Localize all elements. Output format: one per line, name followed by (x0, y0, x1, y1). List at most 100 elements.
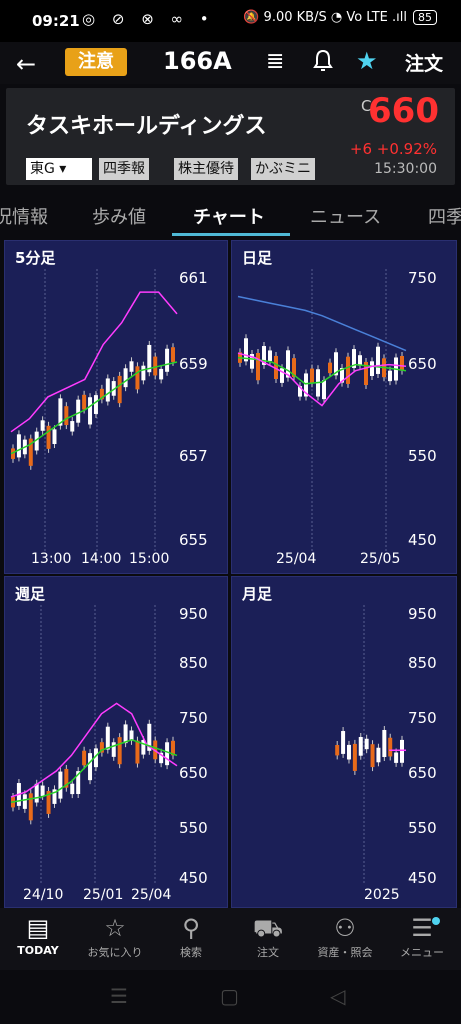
y-tick-label: 659 (179, 355, 208, 373)
nav-search[interactable]: ⚲ 検索 (153, 914, 229, 960)
nav-assets[interactable]: ⚇ 資産・照会 (307, 914, 383, 960)
candle-body (93, 395, 98, 414)
nav-label: 資産・照会 (317, 946, 373, 959)
candle-body (382, 729, 387, 758)
candle-body (268, 350, 272, 361)
today-icon: ▤ (26, 914, 50, 942)
candle-body (82, 750, 87, 766)
nav-label: お気に入り (87, 946, 143, 959)
home-icon[interactable]: ▢ (220, 984, 239, 1008)
candle-body (40, 785, 45, 796)
y-tick-label: 750 (179, 709, 208, 727)
tab-chart[interactable]: チャート (193, 203, 265, 229)
candle-body (346, 356, 350, 384)
tab-ticks[interactable]: 歩み値 (92, 203, 146, 229)
search-icon: ⚲ (182, 914, 200, 942)
y-tick-label: 655 (179, 531, 208, 549)
tab-shikiho[interactable]: 四季 (428, 203, 461, 229)
order-button[interactable]: 注文 (405, 49, 443, 76)
candle-body (370, 361, 374, 376)
chart-5min-title: 5分足 (15, 249, 56, 267)
notification-dot (432, 917, 440, 925)
tab-news[interactable]: ニュース (310, 203, 381, 229)
y-tick-label: 850 (408, 654, 437, 672)
network-icons: 🔕 9.00 KB/S ◔ Vo LTE .ıll (243, 10, 407, 25)
candle-body (135, 366, 140, 390)
shikiho-tag[interactable]: 四季報 (99, 158, 149, 180)
x-tick-label: 24/10 (23, 887, 64, 903)
kabumini-tag[interactable]: かぶミニ (251, 158, 315, 180)
nav-label: メニュー (400, 946, 444, 959)
tab-market-info[interactable]: 況情報 (0, 203, 48, 229)
chart-weekly-panel[interactable]: 週足 950 850 750 650 550 450 24/10 25/01 2… (4, 576, 228, 908)
company-name: タスキホールディングス (26, 114, 267, 139)
candle-body (346, 744, 351, 760)
candle-body (358, 736, 363, 756)
chart-5min-panel[interactable]: 5分足 661 659 657 655 13:00 14:00 15:00 (4, 240, 228, 574)
y-tick-label: 650 (408, 355, 437, 373)
menu-icon: ☰ (411, 914, 433, 942)
candle-body (394, 752, 399, 763)
stock-code: 166A (163, 47, 232, 75)
candle-body (28, 793, 33, 821)
y-tick-label: 950 (179, 605, 208, 623)
market-select[interactable]: 東G ▾ (26, 158, 92, 180)
x-tick-label: 14:00 (81, 551, 122, 567)
recent-apps-icon[interactable]: ☰ (110, 984, 128, 1008)
candle-body (165, 348, 170, 372)
x-tick-label: 15:00 (129, 551, 170, 567)
candle-body (400, 355, 404, 371)
nav-favorites[interactable]: ☆ お気に入り (77, 914, 153, 960)
back-icon[interactable]: ◁ (330, 984, 345, 1008)
price-change: +6 +0.92% (349, 140, 437, 158)
candle-body (310, 368, 314, 384)
notification-icons: ◎ ⊘ ⊗ ∞ • (82, 10, 215, 28)
chart-monthly-panel[interactable]: 月足 950 850 750 650 550 450 2025 (231, 576, 457, 908)
candle-body (388, 370, 392, 382)
back-arrow-icon[interactable]: ← (16, 50, 36, 78)
nav-label: 注文 (257, 946, 279, 959)
nav-menu[interactable]: ☰ メニュー (384, 914, 460, 960)
system-nav-bar: ☰ ▢ ◁ (0, 970, 461, 1024)
status-time: 09:21 (32, 12, 80, 30)
y-tick-label: 450 (179, 869, 208, 887)
candle-body (400, 739, 404, 763)
price-time: 15:30:00 (374, 161, 437, 177)
system-icons: 🔕 9.00 KB/S ◔ Vo LTE .ıll 85 (243, 10, 437, 25)
candle-body (46, 425, 51, 449)
candle-body (111, 742, 116, 757)
y-tick-label: 650 (408, 764, 437, 782)
chart-weekly-plot (10, 605, 178, 885)
candle-body (256, 352, 260, 381)
document-icon[interactable]: ≣ (266, 49, 284, 74)
nav-label: 検索 (180, 946, 202, 959)
y-tick-label: 750 (408, 709, 437, 727)
quote-card: タスキホールディングス C 660 +6 +0.92% 15:30:00 東G … (6, 88, 455, 185)
chart-monthly-title: 月足 (242, 585, 273, 603)
candle-body (135, 740, 140, 764)
y-tick-label: 550 (179, 819, 208, 837)
status-bar: 09:21 ◎ ⊘ ⊗ ∞ • 🔕 9.00 KB/S ◔ Vo LTE .ıl… (0, 0, 461, 42)
candle-body (105, 378, 110, 402)
app-bar: ← 注意 166A ≣ ★ 注文 (0, 42, 461, 84)
candle-body (352, 743, 357, 771)
y-tick-label: 750 (408, 269, 437, 287)
nav-today[interactable]: ▤ TODAY (0, 914, 76, 957)
candle-body (165, 742, 170, 766)
chart-weekly-title: 週足 (15, 585, 46, 603)
chart-daily-panel[interactable]: 日足 750 650 550 450 25/04 25/05 (231, 240, 457, 574)
candle-body (76, 399, 81, 423)
candle-body (88, 753, 93, 781)
favorite-star-icon[interactable]: ★ (356, 47, 378, 75)
bell-icon[interactable] (312, 49, 334, 79)
person-icon: ⚇ (334, 914, 356, 942)
star-outline-icon: ☆ (104, 914, 126, 942)
chart-daily-title: 日足 (242, 249, 273, 267)
shareholder-benefit-tag[interactable]: 株主優待 (174, 158, 238, 180)
chart-daily-plot (237, 269, 407, 551)
x-tick-label: 2025 (364, 887, 400, 903)
nav-order[interactable]: ⛟ 注文 (230, 914, 306, 960)
x-tick-label: 25/04 (131, 887, 172, 903)
y-tick-label: 661 (179, 269, 208, 287)
y-tick-label: 650 (179, 764, 208, 782)
